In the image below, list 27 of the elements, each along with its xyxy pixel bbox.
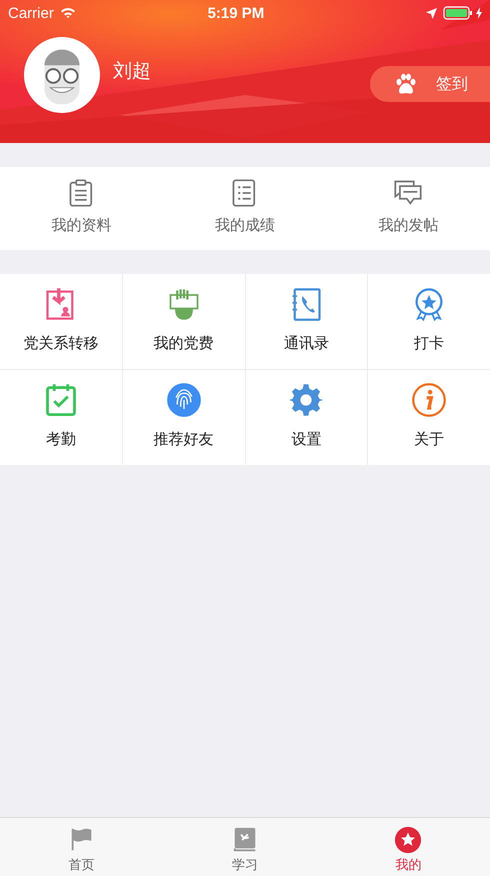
wifi-icon (60, 7, 76, 19)
settings-icon (288, 382, 324, 418)
location-icon (426, 8, 437, 18)
feature-label[interactable]: 我的党费 (154, 334, 214, 353)
feature-label[interactable]: 党关系转移 (23, 334, 98, 353)
fingerprint-icon (166, 382, 202, 418)
feature-label[interactable]: 通讯录 (284, 334, 329, 353)
user-name: 刘超 (113, 59, 151, 84)
status-time: 5:19 PM (206, 4, 266, 22)
avatar-icon[interactable] (23, 36, 101, 114)
menu-label[interactable]: 我的成绩 (214, 216, 275, 235)
charging-icon (476, 7, 482, 19)
paw-icon (394, 72, 418, 96)
feature-label[interactable]: 设置 (291, 430, 322, 449)
star-circle-icon (394, 826, 422, 854)
tab[interactable]: 学习 (163, 818, 327, 876)
menu-label[interactable]: 我的发帖 (378, 216, 438, 235)
menu-label[interactable]: 我的资料 (52, 216, 112, 235)
feature-label[interactable]: 推荐好友 (154, 430, 214, 449)
carrier-name: Carrier (8, 4, 54, 22)
tab[interactable]: 首页 (0, 818, 164, 876)
info-icon (411, 382, 448, 418)
tab[interactable]: 我的 (326, 818, 490, 876)
feature-label[interactable]: 考勤 (46, 430, 76, 449)
battery-icon (443, 6, 473, 20)
feature-label[interactable]: 打卡 (414, 334, 444, 353)
feature-label[interactable]: 关于 (414, 430, 444, 449)
